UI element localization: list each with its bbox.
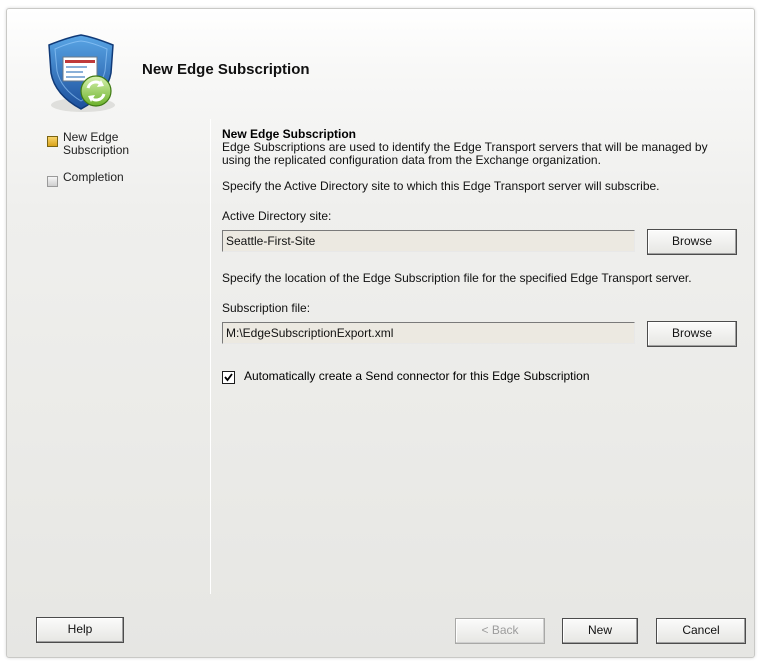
send-connector-checkbox[interactable] [222,371,235,384]
description-line-2: using the replicated configuration data … [222,153,601,167]
subscription-file-field[interactable]: M:\EdgeSubscriptionExport.xml [222,322,635,344]
section-title: New Edge Subscription [222,127,357,141]
shield-envelope-refresh-icon [41,33,125,117]
wizard-steps: New Edge Subscription Completion [47,129,197,191]
new-button[interactable]: New [562,618,638,644]
file-label: Subscription file: [222,301,311,315]
site-instruction: Specify the Active Directory site to whi… [222,179,660,193]
step-inactive-icon [47,176,58,187]
cancel-button[interactable]: Cancel [656,618,746,644]
help-button[interactable]: Help [36,617,124,643]
site-label: Active Directory site: [222,209,332,223]
active-directory-site-field[interactable]: Seattle-First-Site [222,230,635,252]
step-label: New Edge Subscription [63,130,130,157]
wizard-window: New Edge Subscription New Edge Subscripti… [6,8,755,658]
step-completion[interactable]: Completion [47,169,197,191]
step-active-icon [47,136,58,147]
checkmark-icon [224,373,233,382]
send-connector-checkbox-label[interactable]: Automatically create a Send connector fo… [244,369,590,383]
step-new-edge-subscription[interactable]: New Edge Subscription [47,129,197,169]
step-label: Completion [63,170,124,184]
file-browse-button[interactable]: Browse [647,321,737,347]
site-browse-button[interactable]: Browse [647,229,737,255]
vertical-divider [210,119,211,594]
file-instruction: Specify the location of the Edge Subscri… [222,271,692,285]
wizard-title: New Edge Subscription [142,61,310,78]
back-button[interactable]: < Back [455,618,545,644]
